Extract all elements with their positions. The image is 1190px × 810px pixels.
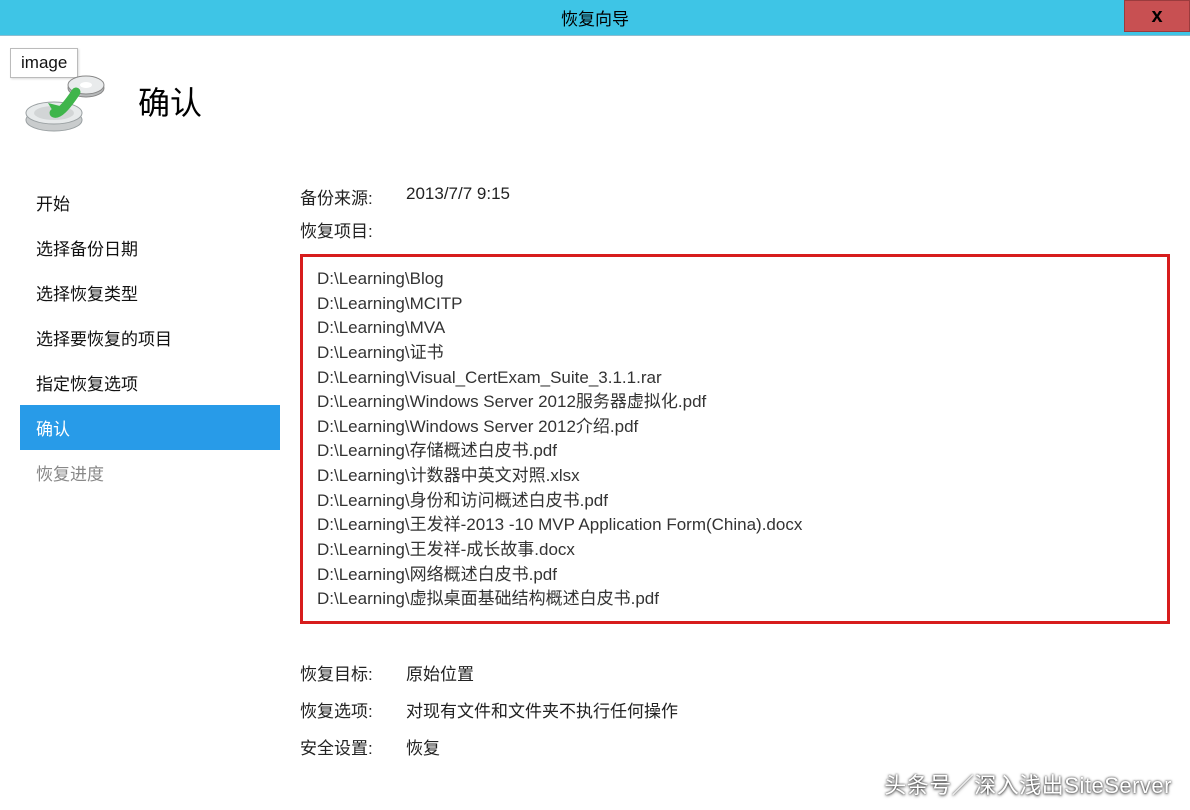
sidebar-item-specify-options[interactable]: 指定恢复选项 (20, 360, 280, 405)
sidebar-item-select-date[interactable]: 选择备份日期 (20, 225, 280, 270)
list-item: D:\Learning\Windows Server 2012介绍.pdf (317, 415, 1153, 440)
list-item: D:\Learning\虚拟桌面基础结构概述白皮书.pdf (317, 587, 1153, 612)
sidebar-item-progress: 恢复进度 (20, 450, 280, 495)
list-item: D:\Learning\身份和访问概述白皮书.pdf (317, 489, 1153, 514)
window-title: 恢复向导 (561, 5, 629, 30)
main-panel: 备份来源: 2013/7/7 9:15 恢复项目: D:\Learning\Bl… (280, 160, 1190, 810)
security-value: 恢复 (406, 734, 440, 759)
restore-target-row: 恢复目标: 原始位置 (300, 654, 1170, 691)
list-item: D:\Learning\王发祥-2013 -10 MVP Application… (317, 513, 1153, 538)
page-title: 确认 (138, 78, 202, 124)
header-row: 确认 (0, 36, 1190, 160)
sidebar: 开始 选择备份日期 选择恢复类型 选择要恢复的项目 指定恢复选项 确认 恢复进度 (0, 160, 280, 810)
list-item: D:\Learning\Visual_CertExam_Suite_3.1.1.… (317, 366, 1153, 391)
restore-option-value: 对现有文件和文件夹不执行任何操作 (406, 697, 678, 722)
list-item: D:\Learning\计数器中英文对照.xlsx (317, 464, 1153, 489)
restore-items-list[interactable]: D:\Learning\Blog D:\Learning\MCITP D:\Le… (300, 254, 1170, 624)
footer-info: 恢复目标: 原始位置 恢复选项: 对现有文件和文件夹不执行任何操作 安全设置: … (300, 654, 1170, 765)
list-item: D:\Learning\Windows Server 2012服务器虚拟化.pd… (317, 390, 1153, 415)
list-item: D:\Learning\网络概述白皮书.pdf (317, 563, 1153, 588)
restore-items-label: 恢复项目: (300, 217, 382, 242)
list-item: D:\Learning\存储概述白皮书.pdf (317, 439, 1153, 464)
list-item: D:\Learning\MCITP (317, 292, 1153, 317)
close-icon: x (1151, 5, 1162, 28)
sidebar-item-select-type[interactable]: 选择恢复类型 (20, 270, 280, 315)
security-row: 安全设置: 恢复 (300, 728, 1170, 765)
restore-option-label: 恢复选项: (300, 697, 382, 722)
backup-source-value: 2013/7/7 9:15 (406, 184, 510, 209)
sidebar-item-select-items[interactable]: 选择要恢复的项目 (20, 315, 280, 360)
titlebar: 恢复向导 x (0, 0, 1190, 36)
backup-source-label: 备份来源: (300, 184, 382, 209)
content-area: 确认 开始 选择备份日期 选择恢复类型 选择要恢复的项目 指定恢复选项 确认 恢… (0, 36, 1190, 810)
restore-target-label: 恢复目标: (300, 660, 382, 685)
sidebar-item-start[interactable]: 开始 (20, 180, 280, 225)
body-row: 开始 选择备份日期 选择恢复类型 选择要恢复的项目 指定恢复选项 确认 恢复进度… (0, 160, 1190, 810)
restore-items-label-row: 恢复项目: (300, 213, 1170, 246)
sidebar-item-confirm[interactable]: 确认 (20, 405, 280, 450)
close-button[interactable]: x (1124, 0, 1190, 32)
restore-target-value: 原始位置 (406, 660, 474, 685)
security-label: 安全设置: (300, 734, 382, 759)
watermark: 头条号／深入浅出SiteServer (884, 768, 1172, 800)
backup-source-row: 备份来源: 2013/7/7 9:15 (300, 180, 1170, 213)
list-item: D:\Learning\MVA (317, 316, 1153, 341)
list-item: D:\Learning\Blog (317, 267, 1153, 292)
list-item: D:\Learning\证书 (317, 341, 1153, 366)
wizard-icon (24, 66, 108, 136)
restore-option-row: 恢复选项: 对现有文件和文件夹不执行任何操作 (300, 691, 1170, 728)
list-item: D:\Learning\王发祥-成长故事.docx (317, 538, 1153, 563)
